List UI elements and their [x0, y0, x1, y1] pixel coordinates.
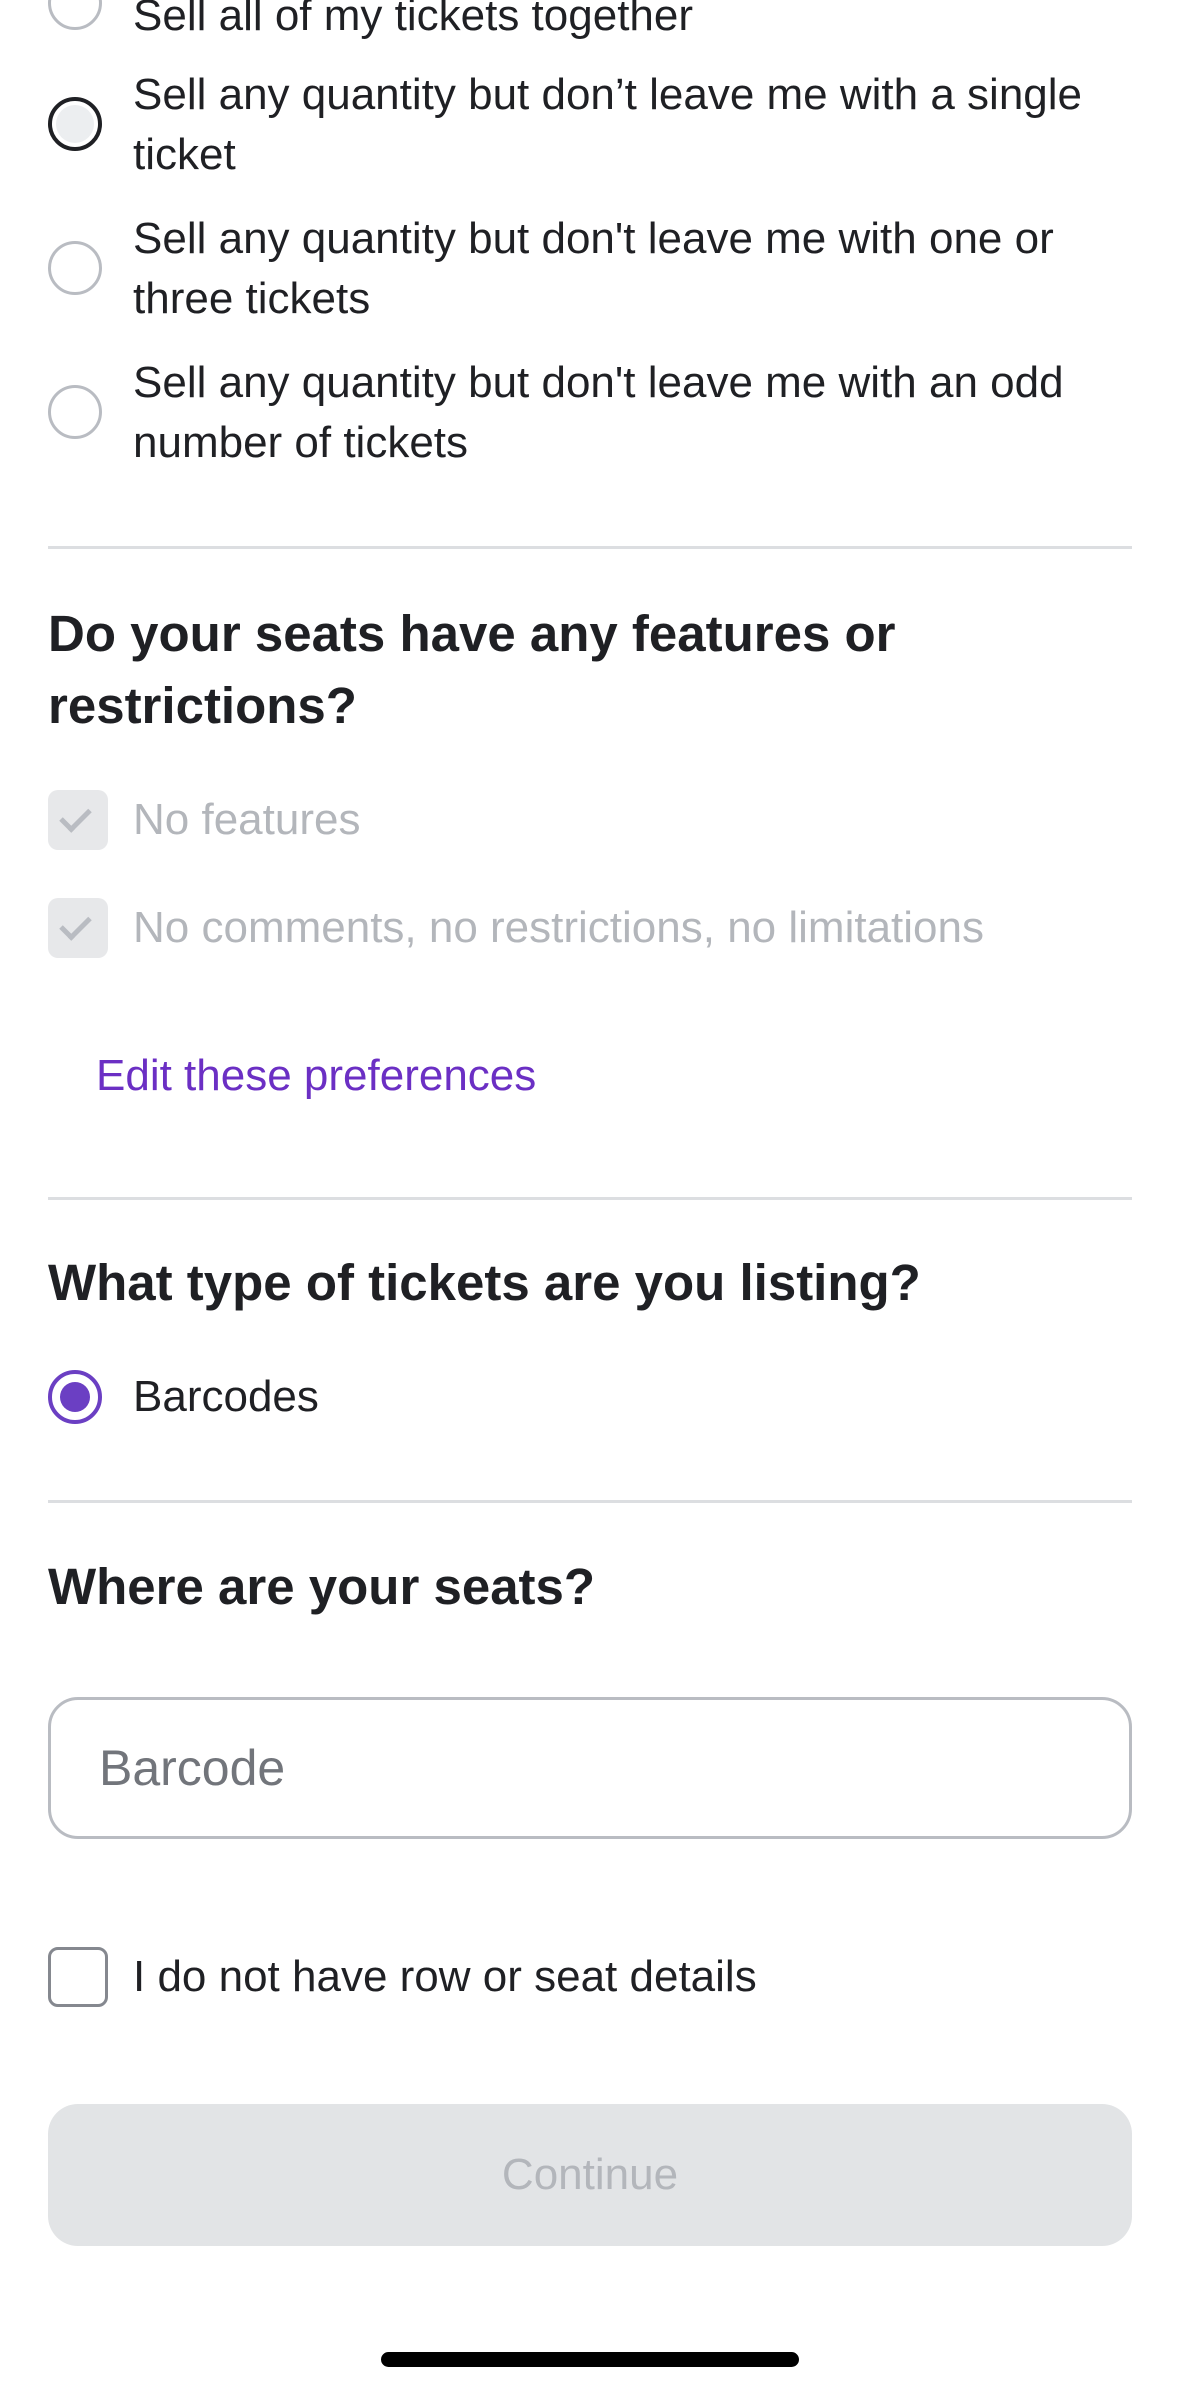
split-option-no-odd-label[interactable]: Sell any quantity but don't leave me wit…	[133, 353, 1143, 473]
no-features-label: No features	[133, 795, 361, 844]
split-option-all-radio[interactable]	[48, 0, 102, 30]
check-icon	[59, 908, 92, 941]
edit-preferences-link[interactable]: Edit these preferences	[96, 1046, 536, 1106]
split-option-no-one-or-three-radio[interactable]	[48, 241, 102, 295]
no-seat-details-checkbox[interactable]	[48, 1947, 108, 2007]
seats-heading: Where are your seats?	[48, 1558, 596, 1615]
check-icon	[59, 800, 92, 833]
home-indicator	[381, 2352, 799, 2367]
split-option-no-single-label[interactable]: Sell any quantity but don’t leave me wit…	[133, 65, 1143, 185]
section-divider	[48, 1500, 1132, 1503]
no-restrictions-label: No comments, no restrictions, no limitat…	[133, 903, 984, 952]
split-option-no-single-radio[interactable]	[48, 97, 102, 151]
no-seat-details-label[interactable]: I do not have row or seat details	[133, 1947, 1143, 2007]
features-heading: Do your seats have any features or restr…	[48, 605, 896, 734]
split-option-no-odd-radio[interactable]	[48, 385, 102, 439]
no-features-checkbox	[48, 790, 108, 850]
no-restrictions-checkbox	[48, 898, 108, 958]
continue-button[interactable]: Continue	[48, 2104, 1132, 2246]
ticket-type-heading: What type of tickets are you listing?	[48, 1254, 921, 1311]
barcode-input[interactable]	[48, 1697, 1132, 1839]
section-divider	[48, 546, 1132, 549]
section-divider	[48, 1197, 1132, 1200]
barcodes-label[interactable]: Barcodes	[133, 1367, 1143, 1427]
split-option-no-one-or-three-label[interactable]: Sell any quantity but don't leave me wit…	[133, 209, 1143, 329]
barcodes-radio[interactable]	[48, 1370, 102, 1424]
split-option-all-label[interactable]: Sell all of my tickets together	[133, 0, 1143, 46]
